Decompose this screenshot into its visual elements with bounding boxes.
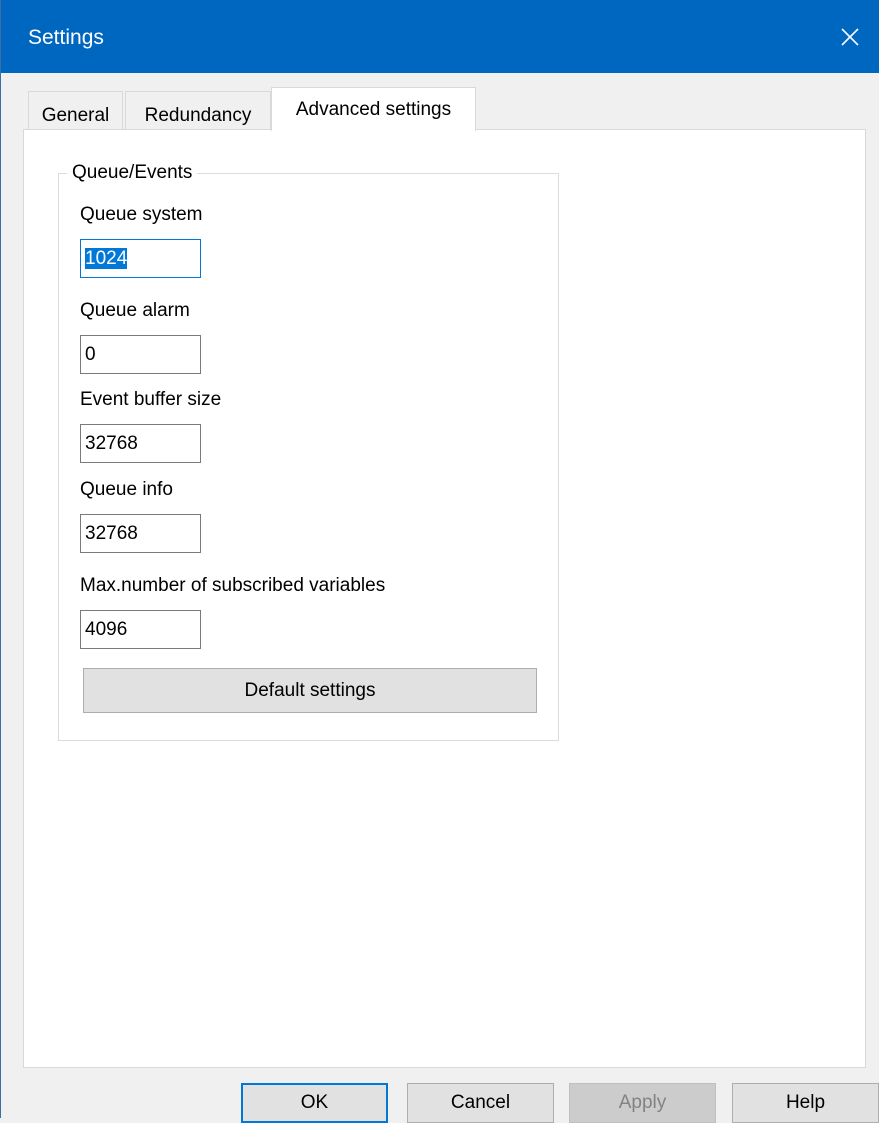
queue-info-input[interactable]: 32768 <box>80 514 201 553</box>
event-buffer-size-label: Event buffer size <box>80 389 222 410</box>
max-subscribed-variables-value: 4096 <box>85 619 128 640</box>
group-title: Queue/Events <box>67 162 198 184</box>
queue-system-value: 1024 <box>85 248 128 269</box>
cancel-button[interactable]: Cancel <box>407 1083 554 1123</box>
tab-general[interactable]: General <box>28 91 123 129</box>
event-buffer-size-value: 32768 <box>85 433 138 454</box>
queue-info-label: Queue info <box>80 479 173 500</box>
queue-info-value: 32768 <box>85 523 138 544</box>
title-bar: Settings <box>1 0 879 73</box>
max-subscribed-variables-input[interactable]: 4096 <box>80 610 201 649</box>
queue-alarm-label: Queue alarm <box>80 300 190 321</box>
default-settings-button[interactable]: Default settings <box>83 668 537 713</box>
window-title: Settings <box>28 26 104 49</box>
close-button[interactable] <box>820 0 879 73</box>
queue-system-label: Queue system <box>80 204 203 225</box>
help-button[interactable]: Help <box>732 1083 879 1123</box>
queue-alarm-value: 0 <box>85 344 96 365</box>
queue-system-input[interactable]: 1024 <box>80 239 201 278</box>
close-icon <box>841 27 859 46</box>
event-buffer-size-input[interactable]: 32768 <box>80 424 201 463</box>
queue-events-group: Queue/Events Queue system 1024 Queue ala… <box>58 162 559 741</box>
ok-button[interactable]: OK <box>241 1083 388 1123</box>
settings-dialog: Settings General Redundancy Advanced set… <box>0 0 879 1123</box>
advanced-settings-panel: Queue/Events Queue system 1024 Queue ala… <box>23 129 866 1068</box>
tab-redundancy[interactable]: Redundancy <box>125 91 271 129</box>
apply-button[interactable]: Apply <box>569 1083 716 1123</box>
queue-alarm-input[interactable]: 0 <box>80 335 201 374</box>
max-subscribed-variables-label: Max.number of subscribed variables <box>80 575 386 596</box>
tab-advanced-settings[interactable]: Advanced settings <box>271 87 476 131</box>
